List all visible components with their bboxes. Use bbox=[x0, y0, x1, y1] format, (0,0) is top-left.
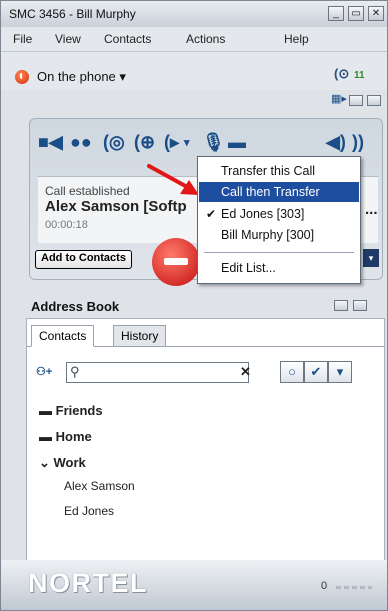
menu-item-ed-jones[interactable]: ✔ Ed Jones [303] bbox=[199, 204, 359, 224]
tab-history[interactable]: History bbox=[113, 325, 167, 347]
call-status-text: Call established bbox=[45, 184, 130, 198]
address-book-header: Address Book bbox=[26, 296, 379, 316]
menu-item-call-then-transfer[interactable]: Call then Transfer bbox=[199, 182, 359, 202]
video-icon[interactable]: ■◀ bbox=[38, 132, 63, 153]
search-icon: ⚲ bbox=[70, 364, 80, 379]
menu-bar: File View Contacts Actions Help bbox=[1, 27, 387, 52]
filter-available-button[interactable]: ✔ bbox=[304, 361, 328, 383]
voicemail-count: 11 bbox=[354, 70, 365, 81]
menu-divider bbox=[204, 252, 354, 253]
panel-expand-icon[interactable] bbox=[367, 95, 381, 106]
contact-ed-jones[interactable]: Ed Jones bbox=[64, 504, 114, 518]
transfer-icon[interactable]: (▸ bbox=[164, 132, 179, 153]
end-call-button[interactable] bbox=[152, 238, 200, 286]
tab-contacts[interactable]: Contacts bbox=[31, 325, 95, 347]
filter-dropdown-button[interactable]: ▾ bbox=[328, 361, 352, 383]
search-input[interactable]: ⚲ ✕ bbox=[66, 362, 251, 383]
address-book-minimize-icon[interactable] bbox=[334, 300, 348, 311]
clear-search-icon[interactable]: ✕ bbox=[240, 364, 251, 380]
call-duration: 00:00:18 bbox=[45, 219, 88, 231]
filter-online-button[interactable]: ○ bbox=[280, 361, 304, 383]
menu-item-bill-murphy[interactable]: Bill Murphy [300] bbox=[199, 225, 359, 245]
transfer-dropdown-icon[interactable]: ▾ bbox=[184, 136, 190, 149]
menu-item-edit-list[interactable]: Edit List... bbox=[199, 258, 359, 278]
transfer-menu: Transfer this Call Call then Transfer ✔ E… bbox=[197, 156, 361, 284]
conference-icon[interactable]: ●● bbox=[70, 132, 92, 153]
add-party-icon[interactable]: (⊕ bbox=[134, 132, 155, 153]
presence-status-dropdown[interactable]: On the phone ▾ bbox=[37, 69, 126, 85]
hold-icon[interactable]: (◎ bbox=[103, 132, 125, 153]
layout-icon[interactable]: ▦▸ bbox=[331, 92, 347, 105]
menu-contacts[interactable]: Contacts bbox=[104, 32, 151, 46]
restore-button[interactable]: ▭ bbox=[348, 6, 364, 21]
close-button[interactable]: ✕ bbox=[368, 6, 384, 21]
volume-slider[interactable] bbox=[336, 586, 372, 589]
app-window: SMC 3456 - Bill Murphy _ ▭ ✕ File View C… bbox=[0, 0, 388, 611]
keypad-icon[interactable]: ▬ bbox=[228, 132, 246, 153]
footer: NORTEL 0 bbox=[1, 560, 387, 610]
panel-minimize-icon[interactable] bbox=[349, 95, 363, 106]
checkmark-icon: ✔ bbox=[206, 207, 217, 221]
call-party-overflow: ... bbox=[365, 201, 378, 218]
address-book-panel: Contacts History ⚇+ ⚲ ✕ ○ ✔ ▾ ▬ Friends … bbox=[26, 318, 385, 563]
add-to-contacts-button[interactable]: Add to Contacts bbox=[35, 250, 132, 269]
on-phone-status-icon bbox=[15, 70, 29, 84]
window-title: SMC 3456 - Bill Murphy bbox=[9, 7, 136, 21]
address-book-expand-icon[interactable] bbox=[353, 300, 367, 311]
group-friends[interactable]: ▬ Friends bbox=[39, 403, 103, 418]
panel-dropdown-button[interactable]: ▾ bbox=[363, 249, 379, 267]
nortel-logo: NORTEL bbox=[28, 568, 148, 598]
volume-down-icon[interactable]: ◀) bbox=[326, 132, 346, 153]
menu-item-transfer-this-call[interactable]: Transfer this Call bbox=[199, 161, 359, 181]
volume-label: 0 bbox=[321, 580, 328, 592]
menu-view[interactable]: View bbox=[55, 32, 81, 46]
menu-file[interactable]: File bbox=[13, 32, 32, 46]
contact-alex-samson[interactable]: Alex Samson bbox=[64, 479, 135, 493]
menu-help[interactable]: Help bbox=[284, 32, 309, 46]
presence-bar: On the phone ▾ (⊙ 11 bbox=[1, 52, 387, 90]
voicemail-icon[interactable]: (⊙ bbox=[334, 66, 349, 82]
volume-up-icon[interactable]: )) bbox=[352, 132, 364, 153]
title-bar: SMC 3456 - Bill Murphy _ ▭ ✕ bbox=[1, 1, 387, 28]
group-work[interactable]: ⌄ Work bbox=[39, 455, 86, 471]
group-home[interactable]: ▬ Home bbox=[39, 429, 92, 444]
microphone-icon[interactable]: 🎙 bbox=[202, 132, 225, 153]
menu-actions[interactable]: Actions bbox=[186, 32, 225, 46]
add-contact-icon[interactable]: ⚇+ bbox=[36, 365, 52, 378]
minimize-button[interactable]: _ bbox=[328, 6, 344, 21]
address-book-title: Address Book bbox=[31, 299, 120, 314]
